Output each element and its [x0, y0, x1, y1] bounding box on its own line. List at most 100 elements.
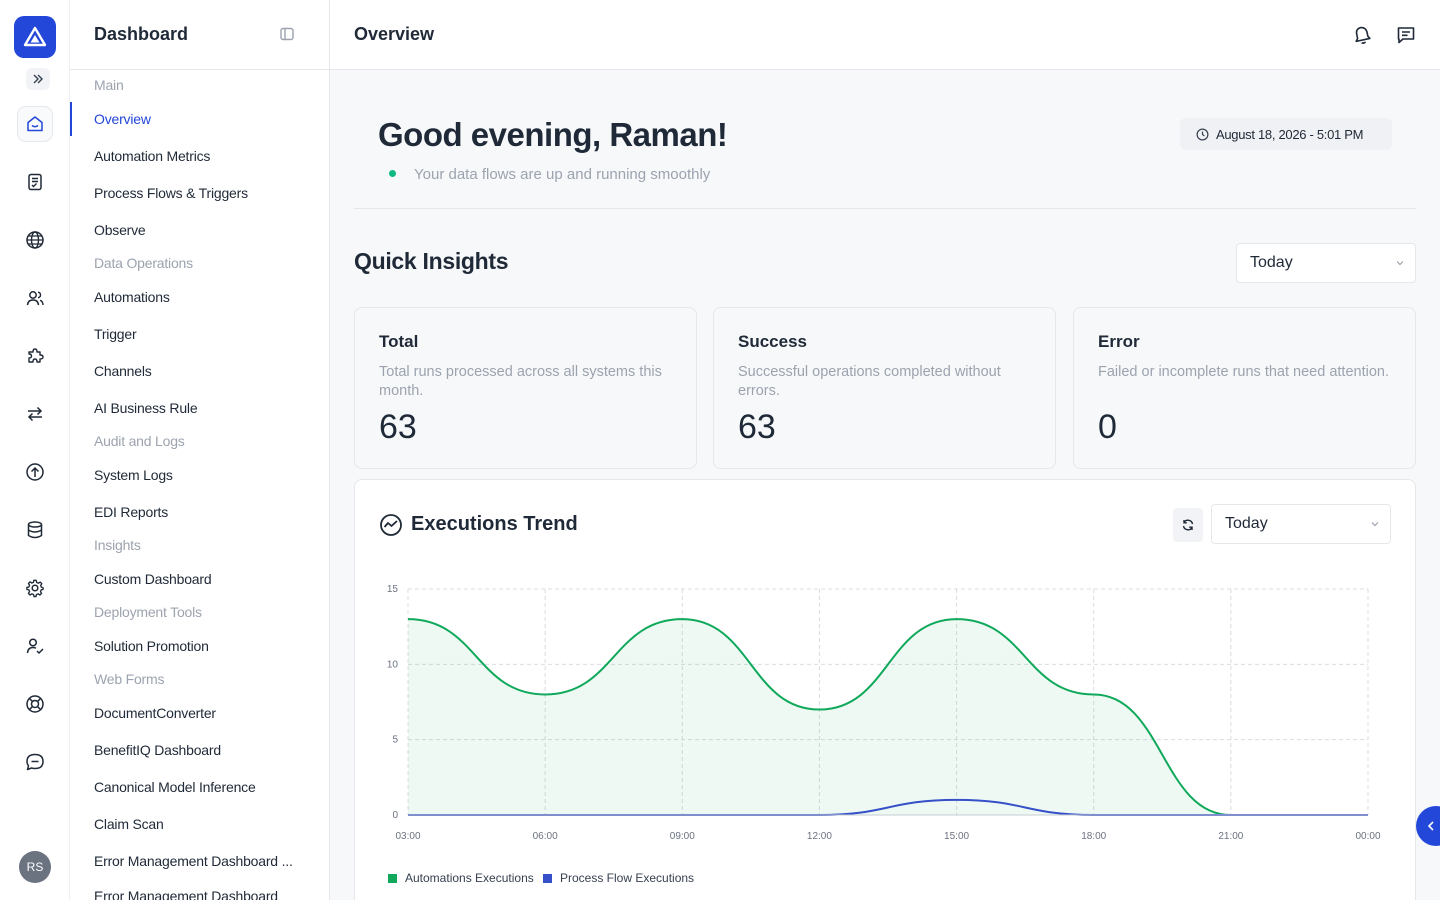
sidebar-item-process-flows-triggers[interactable]: Process Flows & Triggers: [70, 176, 329, 210]
sidebar-toggle-icon[interactable]: [278, 25, 296, 43]
nav-section-insights: Insights: [94, 537, 141, 553]
x-tick-label: 09:00: [670, 831, 695, 842]
settings-icon: [26, 579, 44, 598]
app-root: RS Dashboard Main Overview Automation Me…: [0, 0, 1440, 900]
message-icon[interactable]: [1395, 24, 1417, 46]
refresh-icon: [1182, 519, 1194, 531]
error-card-value: 0: [1098, 408, 1117, 446]
sidebar-item-system-logs[interactable]: System Logs: [70, 458, 329, 492]
sidebar-item-benefitiq-dashboard[interactable]: BenefitIQ Dashboard: [70, 733, 329, 767]
rail-users-button[interactable]: [17, 280, 53, 316]
sidebar-item-error-management-dashboard-2[interactable]: Error Management Dashboard: [70, 879, 329, 900]
x-tick-label: 21:00: [1218, 831, 1243, 842]
home-icon: [27, 116, 43, 132]
status-indicator: [389, 170, 396, 177]
nav-section-data-operations: Data Operations: [94, 255, 193, 271]
lifebuoy-icon: [26, 695, 44, 713]
series-area-automations: [408, 619, 1368, 815]
rail-chat-button[interactable]: [17, 744, 53, 780]
rail-settings-button[interactable]: [17, 570, 53, 606]
nav-section-main: Main: [94, 77, 124, 93]
trend-period-value: Today: [1225, 515, 1268, 532]
rail-globe-button[interactable]: [17, 222, 53, 258]
rail-deploy-button[interactable]: [17, 454, 53, 490]
status-message: Your data flows are up and running smoot…: [414, 166, 711, 183]
refresh-button[interactable]: [1173, 508, 1203, 542]
success-card: Success Successful operations completed …: [713, 307, 1056, 469]
expand-rail-button[interactable]: [26, 68, 50, 90]
sidebar-item-automations[interactable]: Automations: [70, 280, 329, 314]
users-icon: [26, 291, 44, 306]
total-card-value: 63: [379, 408, 417, 446]
app-logo[interactable]: [14, 16, 56, 58]
page-title: Overview: [354, 24, 435, 44]
legend-label: Automations Executions: [405, 871, 534, 885]
sidebar-item-document-converter[interactable]: DocumentConverter: [70, 696, 329, 730]
y-tick-label: 10: [387, 659, 399, 670]
sidebar-item-canonical-model-inference[interactable]: Canonical Model Inference: [70, 770, 329, 804]
database-icon: [27, 521, 43, 539]
legend-swatch: [543, 874, 552, 883]
nav-section-audit-logs: Audit and Logs: [94, 433, 185, 449]
date-time-badge: August 18, 2026 - 5:01 PM: [1180, 118, 1392, 150]
sidebar-item-channels[interactable]: Channels: [70, 354, 329, 388]
greeting-title: Good evening, Raman!: [378, 116, 728, 153]
y-tick-label: 15: [387, 584, 399, 595]
executions-trend-title: Executions Trend: [411, 513, 578, 535]
insights-period-select[interactable]: Today: [1236, 243, 1416, 283]
sidebar-item-overview[interactable]: Overview: [70, 102, 329, 136]
x-tick-label: 06:00: [533, 831, 558, 842]
date-time-text: August 18, 2026 - 5:01 PM: [1216, 126, 1364, 142]
chat-icon: [26, 753, 44, 771]
logo-icon: [23, 26, 47, 47]
sidebar: Dashboard Main Overview Automation Metri…: [70, 0, 330, 900]
trend-circle-icon: [380, 514, 402, 536]
x-tick-label: 18:00: [1081, 831, 1106, 842]
executions-trend-card: Executions Trend Today 0 5 10 15 03:00 06:00 0…: [354, 479, 1416, 900]
sidebar-item-error-management-dashboard-1[interactable]: Error Management Dashboard ...: [70, 844, 329, 878]
x-tick-label: 00:00: [1355, 831, 1380, 842]
error-card-description: Failed or incomplete runs that need atte…: [1098, 364, 1389, 380]
rail-database-button[interactable]: [17, 512, 53, 548]
rail-home-button[interactable]: [17, 106, 53, 142]
sidebar-header: Dashboard: [70, 0, 329, 70]
success-card-title: Success: [738, 332, 807, 351]
nav-section-web-forms: Web Forms: [94, 671, 165, 687]
error-card-title: Error: [1098, 332, 1140, 351]
sidebar-item-edi-reports[interactable]: EDI Reports: [70, 495, 329, 529]
sidebar-item-automation-metrics[interactable]: Automation Metrics: [70, 139, 329, 173]
chevron-down-icon: [1371, 522, 1379, 527]
rail-transfers-button[interactable]: [17, 396, 53, 432]
sidebar-item-observe[interactable]: Observe: [70, 213, 329, 247]
sidebar-item-custom-dashboard[interactable]: Custom Dashboard: [70, 562, 329, 596]
top-bar: Overview: [330, 0, 1440, 70]
insights-period-value: Today: [1250, 254, 1293, 271]
trend-period-select[interactable]: Today: [1211, 504, 1391, 544]
sidebar-item-trigger[interactable]: Trigger: [70, 317, 329, 351]
total-card: Total Total runs processed across all sy…: [354, 307, 697, 469]
rail-integrations-button[interactable]: [17, 338, 53, 374]
arrows-exchange-icon: [27, 406, 43, 422]
bell-icon[interactable]: [1351, 24, 1373, 46]
rail-documents-button[interactable]: [17, 164, 53, 200]
legend-swatch: [388, 874, 397, 883]
main-content: Good evening, Raman! Your data flows are…: [330, 70, 1440, 900]
y-tick-label: 5: [392, 735, 398, 746]
user-avatar[interactable]: RS: [19, 851, 51, 883]
sidebar-item-ai-business-rule[interactable]: AI Business Rule: [70, 391, 329, 425]
user-check-icon: [26, 638, 44, 655]
rail-user-access-button[interactable]: [17, 628, 53, 664]
sidebar-item-claim-scan[interactable]: Claim Scan: [70, 807, 329, 841]
section-divider: [354, 208, 1416, 209]
document-check-icon: [28, 173, 42, 191]
rail-support-button[interactable]: [17, 686, 53, 722]
total-card-title: Total: [379, 332, 419, 351]
executions-trend-chart: 0 5 10 15 03:00 06:00 09:00 12:00 15:00 18:00 21:0…: [387, 584, 1381, 885]
y-tick-label: 0: [392, 810, 398, 821]
x-tick-label: 12:00: [807, 831, 832, 842]
globe-icon: [26, 231, 44, 249]
sidebar-item-solution-promotion[interactable]: Solution Promotion: [70, 629, 329, 663]
chevron-left-icon: [1427, 821, 1434, 831]
success-card-description: Successful operations completed without …: [738, 364, 1001, 399]
error-card: Error Failed or incomplete runs that nee…: [1073, 307, 1416, 469]
